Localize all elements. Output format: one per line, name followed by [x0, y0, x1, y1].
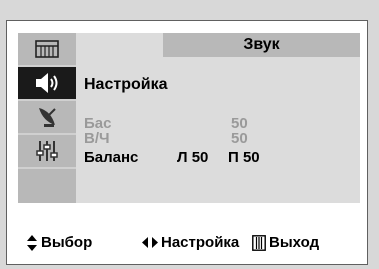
- sidebar-item-empty: [18, 169, 76, 203]
- leftright-arrows-icon: [142, 236, 158, 253]
- antenna-icon: [34, 104, 60, 130]
- menu-sidebar: [18, 33, 76, 203]
- sidebar-item-setup[interactable]: [18, 135, 76, 169]
- exit-hint: Выход: [269, 234, 320, 251]
- updown-arrows-icon: [26, 235, 38, 255]
- speaker-icon: [34, 70, 60, 96]
- balance-right-value: П 50: [228, 149, 260, 166]
- adjust-hint: Настройка: [161, 234, 240, 251]
- balance-label: Баланс: [84, 149, 139, 166]
- treble-label: В/Ч: [84, 130, 110, 147]
- sidebar-item-picture[interactable]: [18, 33, 76, 67]
- menu-icon: [252, 235, 266, 255]
- sidebar-item-sound[interactable]: [18, 67, 76, 101]
- treble-value: 50: [231, 130, 248, 147]
- bass-value: 50: [231, 115, 248, 132]
- bass-label: Бас: [84, 115, 112, 132]
- menu-header: Звук: [163, 33, 360, 57]
- sidebar-item-channel[interactable]: [18, 101, 76, 135]
- picture-icon: [34, 36, 60, 62]
- select-hint: Выбор: [41, 234, 93, 251]
- balance-left-value: Л 50: [177, 149, 209, 166]
- menu-subtitle: Настройка: [84, 76, 168, 93]
- equalizer-icon: [34, 138, 60, 164]
- footer-hint-bar: Выбор Настройка Выход: [26, 234, 366, 256]
